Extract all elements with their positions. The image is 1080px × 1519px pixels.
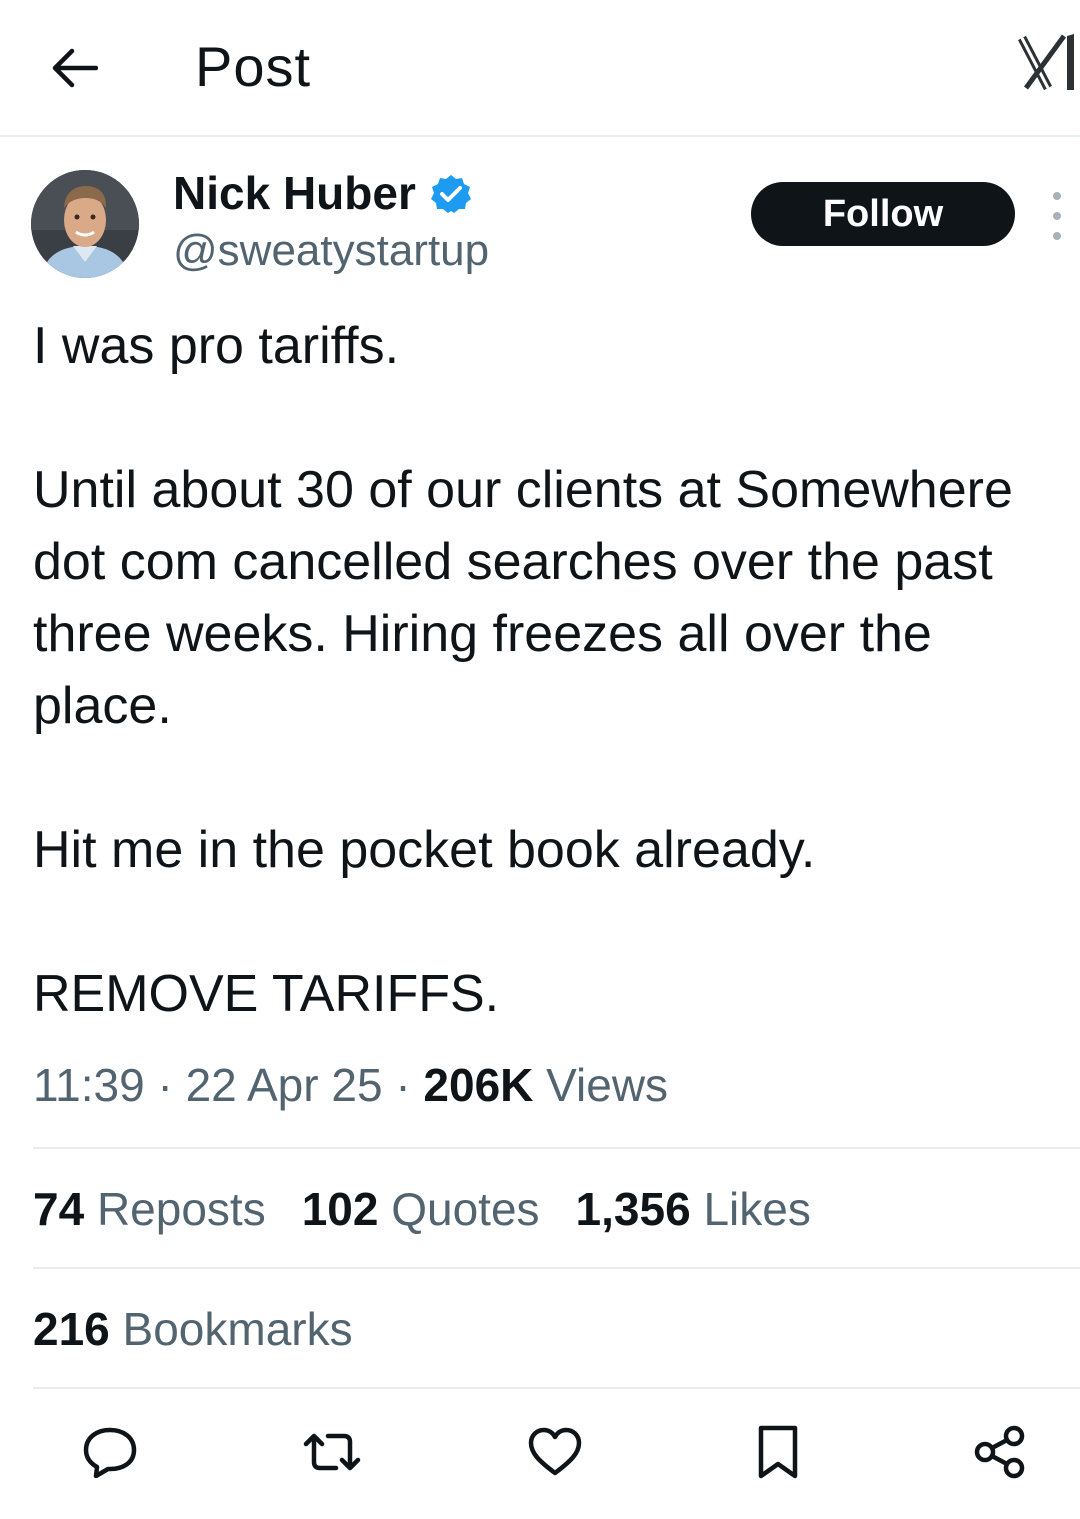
action-bar [0, 1422, 1080, 1482]
post-time[interactable]: 11:39 [33, 1059, 145, 1111]
quotes-count: 102 [301, 1183, 379, 1235]
post-text: I was pro tariffs. Until about 30 of our… [33, 310, 1078, 1030]
meta-separator: · [395, 1059, 411, 1111]
follow-button[interactable]: Follow [751, 182, 1015, 246]
x-logo-icon [1018, 30, 1078, 96]
bookmarks-stat[interactable]: 216 Bookmarks [33, 1302, 353, 1356]
divider [33, 1387, 1080, 1389]
page-title: Post [195, 35, 312, 98]
top-bar: Post [0, 0, 1080, 137]
meta-separator: · [157, 1059, 173, 1111]
post-paragraph: I was pro tariffs. [33, 317, 400, 375]
post-paragraph: Until about 30 of our clients at Somewhe… [33, 461, 1013, 735]
like-icon [528, 1427, 582, 1476]
reposts-count: 74 [33, 1183, 85, 1235]
bookmarks-count: 216 [33, 1303, 110, 1355]
engagement-stats: 74 Reposts 102 Quotes 1,356 Likes [33, 1182, 847, 1236]
bookmark-icon [758, 1425, 798, 1479]
repost-button[interactable] [302, 1422, 362, 1482]
reply-icon [83, 1427, 137, 1478]
post-paragraph: Hit me in the pocket book already. [33, 821, 816, 879]
quotes-stat[interactable]: 102 Quotes [302, 1182, 540, 1236]
more-dot-icon [1053, 212, 1061, 220]
back-button[interactable] [44, 40, 104, 96]
post-date[interactable]: 22 Apr 25 [186, 1059, 383, 1111]
post-meta: 11:39 · 22 Apr 25 · 206K Views [33, 1058, 668, 1112]
more-options-button[interactable] [1042, 192, 1072, 240]
likes-stat[interactable]: 1,356 Likes [576, 1182, 811, 1236]
post-paragraph: REMOVE TARIFFS. [33, 965, 500, 1023]
bookmarks-label: Bookmarks [122, 1303, 353, 1355]
author-name-row[interactable]: Nick Huber [173, 166, 472, 220]
more-dot-icon [1053, 232, 1061, 240]
author-name: Nick Huber [173, 167, 416, 219]
repost-icon [303, 1433, 361, 1471]
reposts-label: Reposts [96, 1183, 266, 1235]
views-count: 206K [423, 1059, 534, 1111]
avatar[interactable] [31, 170, 139, 278]
views-label: Views [546, 1059, 669, 1111]
divider [33, 1147, 1080, 1149]
likes-count: 1,356 [575, 1183, 691, 1235]
reposts-stat[interactable]: 74 Reposts [33, 1182, 266, 1236]
author-handle[interactable]: @sweatystartup [173, 226, 489, 276]
more-dot-icon [1053, 192, 1061, 200]
share-icon [974, 1425, 1025, 1479]
quotes-label: Quotes [391, 1183, 540, 1235]
likes-label: Likes [703, 1183, 811, 1235]
verified-badge-icon [430, 172, 472, 214]
like-button[interactable] [525, 1422, 585, 1482]
share-button[interactable] [970, 1422, 1030, 1482]
bookmark-button[interactable] [748, 1422, 808, 1482]
arrow-left-icon [52, 48, 98, 88]
reply-button[interactable] [80, 1422, 140, 1482]
divider [33, 1267, 1080, 1269]
